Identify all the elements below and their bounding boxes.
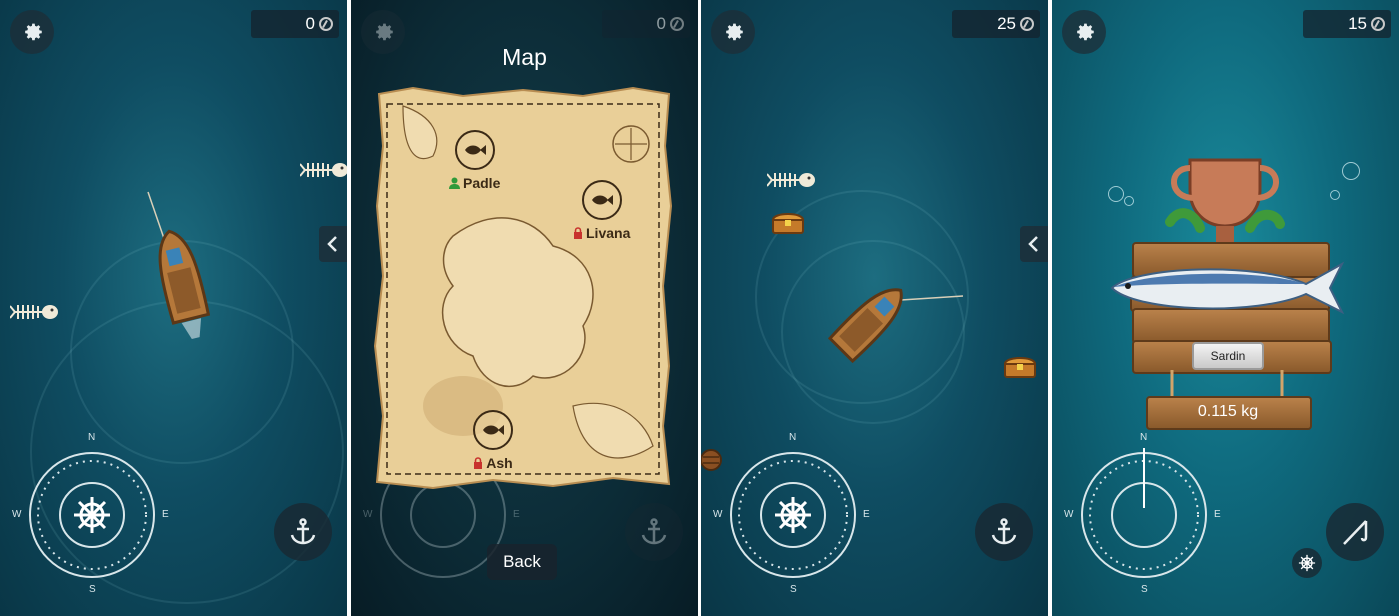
coin-icon <box>1020 17 1034 31</box>
gear-icon <box>1077 23 1094 41</box>
sign-ropes <box>1170 370 1284 398</box>
ship-wheel-icon <box>1298 554 1316 572</box>
compass-east: E <box>162 509 169 520</box>
compass-east: E <box>1214 509 1221 520</box>
settings-button[interactable] <box>10 10 54 54</box>
lock-icon <box>574 227 582 239</box>
anchor-icon <box>991 518 1017 545</box>
fishing-rod-icon <box>1343 520 1368 545</box>
bubble <box>1108 186 1124 202</box>
caught-fish-sardine <box>1110 261 1345 315</box>
coin-counter: 15 <box>1303 10 1391 38</box>
treasure-chest-icon[interactable] <box>1003 354 1037 378</box>
fishing-rod-button[interactable] <box>1326 503 1384 561</box>
bubble <box>1124 196 1134 206</box>
chevron-left-icon <box>1028 236 1038 252</box>
side-menu-toggle[interactable] <box>319 226 347 262</box>
bubble <box>1342 162 1360 180</box>
coin-count: 0 <box>656 14 666 33</box>
gear-icon <box>726 23 743 41</box>
region-name: Ash <box>486 455 513 471</box>
ocean-screen-1: 0 N S E W <box>0 0 347 616</box>
player-boat[interactable] <box>140 190 220 360</box>
fish-weight: 0.115 kg <box>1197 403 1259 420</box>
chevron-left-icon <box>327 236 337 252</box>
catch-result-screen: 15 Sardin 0.115 kg N S E W <box>1052 0 1399 616</box>
compass-west: W <box>713 509 723 520</box>
region-ash[interactable]: Ash <box>473 410 513 471</box>
steering-compass[interactable]: N S E W <box>12 432 169 595</box>
coin-icon <box>670 17 684 31</box>
region-name: Livana <box>586 225 631 241</box>
map-title: Map <box>502 44 547 70</box>
coin-counter: 0 <box>602 10 690 38</box>
compass-south: S <box>89 584 96 595</box>
map-screen: 0 Map W E Padle Livana Ash Back <box>351 0 698 616</box>
compass-east: E <box>513 509 520 520</box>
compass-west: W <box>363 509 373 520</box>
fish-icon <box>454 130 495 170</box>
anchor-icon <box>290 518 316 545</box>
compass-north: N <box>1140 432 1148 443</box>
fish-name-plate: Sardin <box>1192 342 1264 370</box>
region-livana[interactable]: Livana <box>573 180 630 241</box>
region-padle[interactable]: Padle <box>449 130 500 191</box>
fish-icon <box>581 180 622 220</box>
region-name: Padle <box>463 175 501 191</box>
coin-count: 15 <box>1348 14 1367 33</box>
lock-icon <box>474 457 483 469</box>
ship-wheel-icon <box>775 497 811 533</box>
gear-icon <box>376 23 393 41</box>
person-icon <box>449 177 460 189</box>
compass-west: W <box>1064 509 1074 520</box>
ship-wheel-icon <box>74 497 110 533</box>
coin-counter: 0 <box>251 10 339 38</box>
fish-icon <box>473 410 513 450</box>
compass-dial <box>1081 448 1207 578</box>
barrel-icon[interactable] <box>701 448 723 472</box>
parchment-background <box>373 86 673 490</box>
settings-button[interactable] <box>1062 10 1106 54</box>
compass-east: E <box>863 509 870 520</box>
bubble <box>1330 190 1340 200</box>
compass-north: N <box>789 432 797 443</box>
coin-icon <box>319 17 333 31</box>
settings-button[interactable] <box>711 10 755 54</box>
steering-compass[interactable]: N S E W <box>1064 432 1221 595</box>
fish-skeleton-icon[interactable] <box>10 300 60 324</box>
ocean-screen-2: 25 N S E W <box>701 0 1048 616</box>
anchor-button[interactable] <box>274 503 332 561</box>
anchor-button[interactable] <box>975 503 1033 561</box>
compass-north: N <box>88 432 96 443</box>
steering-compass[interactable]: N S E W <box>713 432 870 595</box>
side-menu-toggle[interactable] <box>1020 226 1048 262</box>
fish-skeleton-icon[interactable] <box>300 158 347 182</box>
gear-icon <box>25 23 42 41</box>
trophy-icon <box>1165 158 1285 242</box>
compass-south: S <box>1141 584 1148 595</box>
compass-west: W <box>12 509 22 520</box>
back-button[interactable]: Back <box>487 544 557 580</box>
coin-count: 25 <box>997 14 1016 33</box>
coin-count: 0 <box>305 14 315 33</box>
anchor-button[interactable] <box>625 503 683 561</box>
fish-skeleton-icon[interactable] <box>767 168 817 192</box>
anchor-icon <box>641 518 667 545</box>
player-boat[interactable] <box>821 270 971 370</box>
world-map: Padle Livana Ash <box>373 86 673 490</box>
coin-icon <box>1371 17 1385 31</box>
ship-wheel-button[interactable] <box>1292 548 1322 578</box>
compass-south: S <box>790 584 797 595</box>
coin-counter: 25 <box>952 10 1040 38</box>
treasure-chest-icon[interactable] <box>771 210 805 234</box>
